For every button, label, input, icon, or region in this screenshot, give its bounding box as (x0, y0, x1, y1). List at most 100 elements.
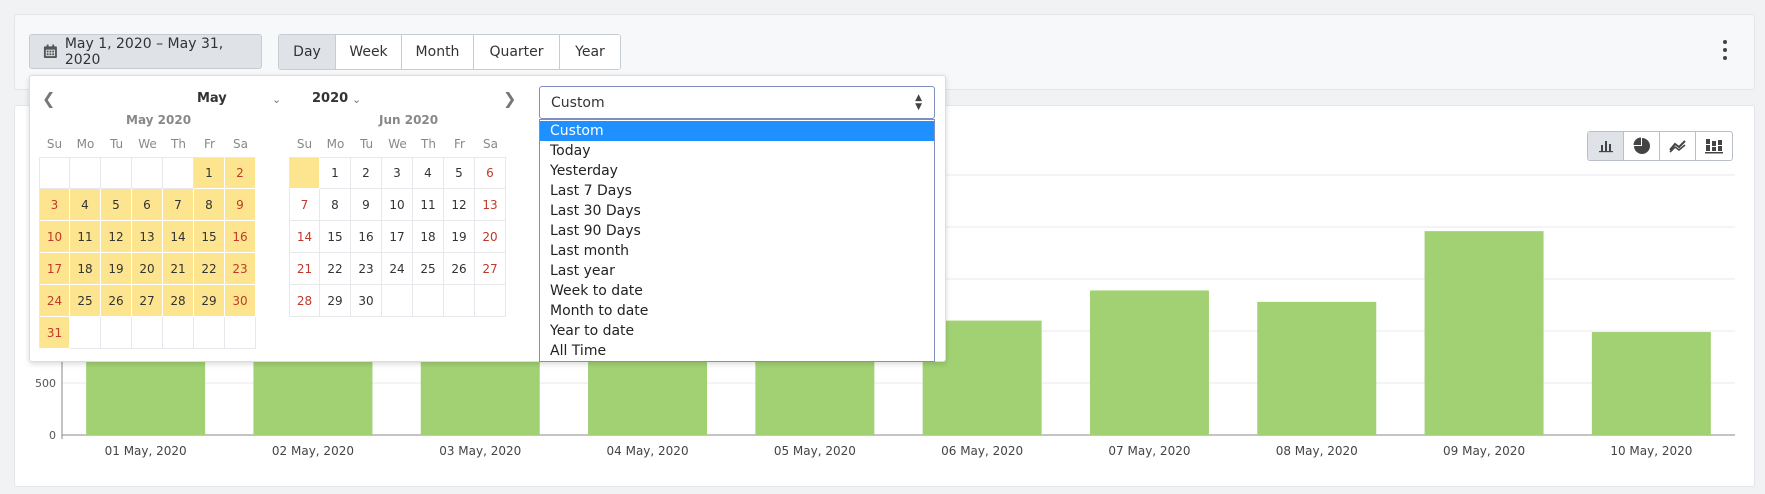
bar-chart-icon[interactable] (1588, 132, 1624, 160)
range-option[interactable]: Today (540, 141, 934, 161)
more-options-icon[interactable] (1721, 40, 1729, 60)
calendar-day[interactable]: 9 (351, 189, 382, 221)
range-option[interactable]: All Time (540, 341, 934, 361)
calendar-day[interactable]: 3 (39, 189, 70, 221)
calendar-day[interactable]: 12 (444, 189, 475, 221)
calendar-day[interactable]: 16 (225, 221, 256, 253)
range-option[interactable]: Last 90 Days (540, 221, 934, 241)
calendar-empty-cell (475, 285, 506, 317)
calendar-day[interactable]: 24 (39, 285, 70, 317)
calendar-day[interactable]: 30 (351, 285, 382, 317)
calendar-day[interactable]: 3 (382, 157, 413, 189)
calendar-day[interactable]: 14 (163, 221, 194, 253)
calendar-day[interactable]: 20 (475, 221, 506, 253)
chevron-down-icon[interactable]: ⌄ (352, 93, 361, 106)
calendar-day[interactable]: 31 (39, 317, 70, 349)
range-option[interactable]: Last year (540, 261, 934, 281)
prev-month-arrow-icon[interactable]: ❮ (42, 89, 55, 108)
range-option[interactable]: Yesterday (540, 161, 934, 181)
calendar-day[interactable]: 15 (194, 221, 225, 253)
calendar-day[interactable]: 6 (132, 189, 163, 221)
calendar-day[interactable]: 1 (194, 157, 225, 189)
calendar-day[interactable]: 12 (101, 221, 132, 253)
calendar-day[interactable]: 14 (289, 221, 320, 253)
period-button-quarter[interactable]: Quarter (474, 35, 560, 69)
next-month-arrow-icon[interactable]: ❯ (503, 89, 516, 108)
year-select[interactable]: 2020 (312, 91, 348, 106)
calendar-day[interactable]: 16 (351, 221, 382, 253)
calendar-day[interactable]: 2 (351, 157, 382, 189)
calendar-day[interactable]: 22 (194, 253, 225, 285)
calendar-day[interactable]: 5 (444, 157, 475, 189)
calendar-day[interactable]: 28 (163, 285, 194, 317)
calendar-empty-cell (289, 157, 320, 189)
calendar-day[interactable]: 17 (39, 253, 70, 285)
calendar-day[interactable]: 29 (194, 285, 225, 317)
calendar-day[interactable]: 21 (289, 253, 320, 285)
calendar-day[interactable]: 28 (289, 285, 320, 317)
calendar-day[interactable]: 19 (101, 253, 132, 285)
range-option[interactable]: Month to date (540, 301, 934, 321)
calendar-day[interactable]: 4 (413, 157, 444, 189)
calendar-day[interactable]: 11 (413, 189, 444, 221)
calendar-day[interactable]: 23 (351, 253, 382, 285)
calendar-day[interactable]: 24 (382, 253, 413, 285)
x-tick-label: 03 May, 2020 (439, 444, 521, 458)
calendar-day[interactable]: 10 (382, 189, 413, 221)
calendar-day[interactable]: 13 (132, 221, 163, 253)
bar[interactable] (1424, 231, 1544, 435)
bar[interactable] (1089, 290, 1209, 435)
stacked-chart-icon[interactable] (1696, 132, 1732, 160)
calendar-day[interactable]: 7 (163, 189, 194, 221)
chevron-down-icon[interactable]: ⌄ (272, 93, 281, 106)
range-option[interactable]: Last 7 Days (540, 181, 934, 201)
period-button-day[interactable]: Day (279, 35, 336, 69)
calendar-day[interactable]: 22 (320, 253, 351, 285)
calendar-day[interactable]: 13 (475, 189, 506, 221)
range-option[interactable]: Week to date (540, 281, 934, 301)
calendar-day[interactable]: 26 (101, 285, 132, 317)
bar[interactable] (1591, 332, 1711, 435)
calendar-day[interactable]: 25 (413, 253, 444, 285)
range-preset-dropdown: Custom Today Yesterday Last 7 Days Last 30 D… (539, 119, 935, 362)
range-preset-select[interactable]: Custom ▲ ▼ (539, 86, 935, 119)
range-option[interactable]: Last 30 Days (540, 201, 934, 221)
calendar-day[interactable]: 2 (225, 157, 256, 189)
range-option[interactable]: Last month (540, 241, 934, 261)
month-select[interactable]: May (197, 91, 227, 106)
calendar-day[interactable]: 18 (70, 253, 101, 285)
calendar-day[interactable]: 25 (70, 285, 101, 317)
calendar-day[interactable]: 11 (70, 221, 101, 253)
calendar-day[interactable]: 6 (475, 157, 506, 189)
calendar-day[interactable]: 21 (163, 253, 194, 285)
calendar-day[interactable]: 10 (39, 221, 70, 253)
range-option[interactable]: Year to date (540, 321, 934, 341)
pie-chart-icon[interactable] (1624, 132, 1660, 160)
period-button-week[interactable]: Week (336, 35, 402, 69)
calendar-day[interactable]: 4 (70, 189, 101, 221)
calendar-day[interactable]: 29 (320, 285, 351, 317)
calendar-day[interactable]: 8 (194, 189, 225, 221)
calendar-day[interactable]: 20 (132, 253, 163, 285)
calendar-day[interactable]: 23 (225, 253, 256, 285)
calendar-day[interactable]: 1 (320, 157, 351, 189)
calendar-day[interactable]: 26 (444, 253, 475, 285)
line-chart-icon[interactable] (1660, 132, 1696, 160)
calendar-day[interactable]: 17 (382, 221, 413, 253)
calendar-day[interactable]: 27 (132, 285, 163, 317)
period-button-year[interactable]: Year (560, 35, 620, 69)
calendar-day[interactable]: 5 (101, 189, 132, 221)
calendar-day[interactable]: 30 (225, 285, 256, 317)
calendar-day[interactable]: 7 (289, 189, 320, 221)
period-button-month[interactable]: Month (402, 35, 474, 69)
calendar-day[interactable]: 27 (475, 253, 506, 285)
calendar-day[interactable]: 8 (320, 189, 351, 221)
calendar-day[interactable]: 19 (444, 221, 475, 253)
date-range-button[interactable]: May 1, 2020 – May 31, 2020 (29, 34, 262, 69)
calendar-day[interactable]: 15 (320, 221, 351, 253)
calendar-day[interactable]: 9 (225, 189, 256, 221)
calendar-day[interactable]: 18 (413, 221, 444, 253)
range-option[interactable]: Custom (540, 121, 934, 141)
bar[interactable] (1257, 301, 1377, 435)
calendar-empty-cell (163, 157, 194, 189)
